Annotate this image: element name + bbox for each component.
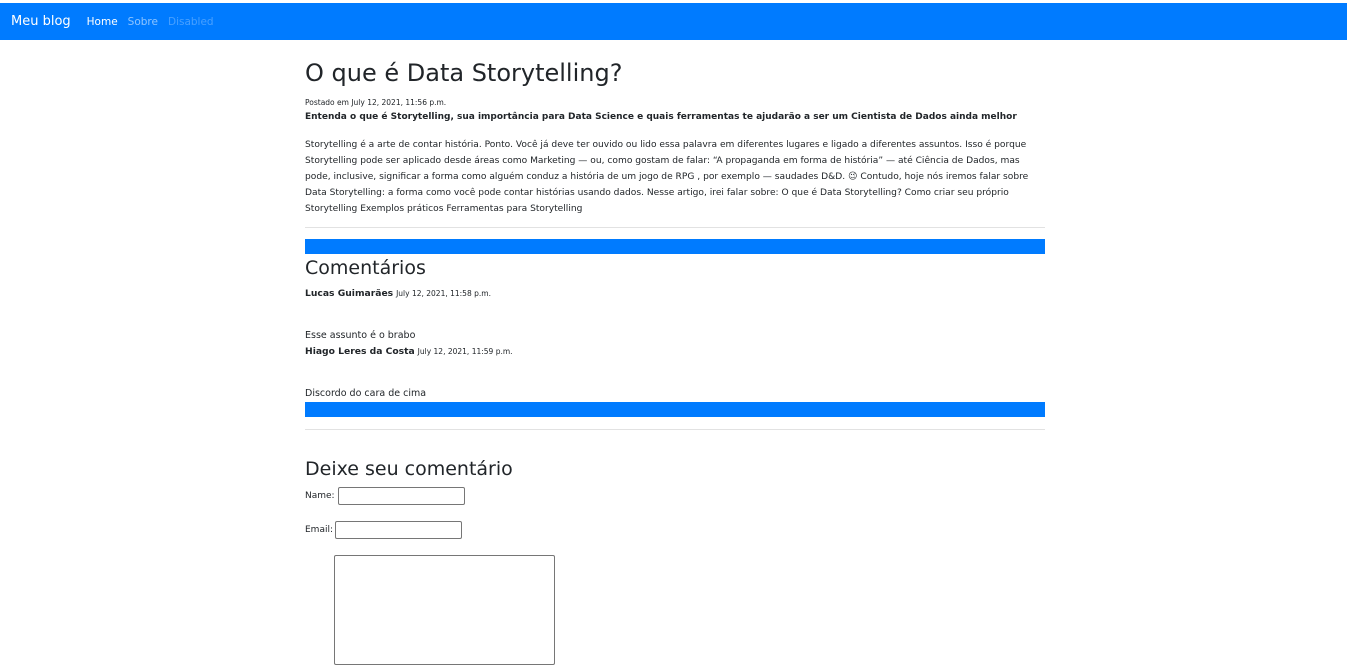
comments-title: Comentários [305,257,426,279]
post-body: Storytelling é a arte de contar história… [305,140,1029,214]
nav-link-disabled: Disabled [167,15,214,28]
email-input[interactable] [335,521,462,539]
comment-header: Hiago Leres da Costa July 12, 2021, 11:5… [305,346,513,357]
comment-date: July 12, 2021, 11:58 p.m. [396,289,491,298]
nav-link-home[interactable]: Home [87,16,118,28]
name-input[interactable] [338,487,465,505]
email-label: Email: [305,525,334,535]
name-label: Name: [305,491,335,501]
navbar: Meu blog Home Sobre Disabled [0,3,1347,40]
divider [305,429,1045,430]
comment-author: Lucas Guimarães [305,288,394,299]
comment-form-title: Deixe seu comentário [305,458,513,480]
post-subtitle: Entenda o que é Storytelling, sua import… [305,112,1017,122]
comment-text: Discordo do cara de cima [305,388,427,399]
comments-bottom-bar [305,402,1045,417]
post-title: O que é Data Storytelling? [305,59,623,87]
nav-link-sobre[interactable]: Sobre [128,16,158,28]
divider [305,227,1045,228]
comment-header: Lucas Guimarães July 12, 2021, 11:58 p.m… [305,288,491,299]
comment-author: Hiago Leres da Costa [305,346,415,357]
comment-text: Esse assunto é o brabo [305,330,416,341]
navbar-brand[interactable]: Meu blog [11,14,71,29]
post-date: Postado em July 12, 2021, 11:56 p.m. [305,98,447,107]
comments-top-bar [305,239,1045,254]
comment-date: July 12, 2021, 11:59 p.m. [417,347,513,356]
comment-textarea[interactable] [334,555,555,665]
